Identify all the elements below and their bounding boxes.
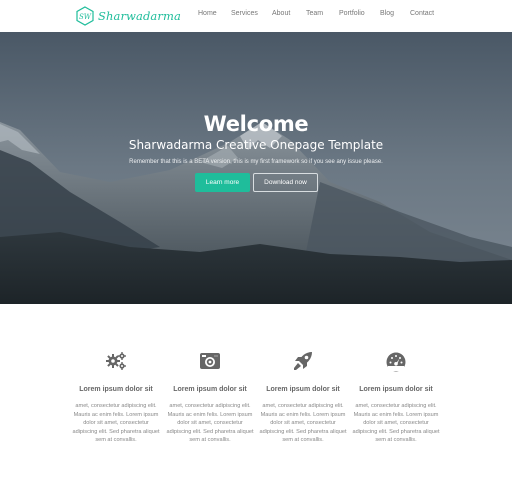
hero-subtitle: Sharwadarma Creative Onepage Template [128, 138, 384, 152]
hero-note: Remember that this is a BETA version, th… [129, 159, 383, 165]
nav-item-about[interactable]: About [272, 10, 290, 17]
mountain-background-image [0, 32, 512, 304]
navbar: SW Sharwadarma Home Services About Team … [0, 0, 512, 32]
feature-title: Lorem ipsum dolor sit [266, 386, 340, 393]
feature-text: amet, consectetur adipiscing elit. Mauri… [166, 403, 254, 444]
brand-logo[interactable]: SW Sharwadarma [75, 4, 181, 28]
nav-item-blog[interactable]: Blog [380, 10, 394, 17]
dashboard-icon [386, 352, 406, 372]
feature-card-2: Lorem ipsum dolor sit amet, consectetur … [164, 350, 256, 445]
hero-section: Welcome Sharwadarma Creative Onepage Tem… [0, 32, 512, 304]
rocket-icon [294, 352, 312, 370]
gears-icon [106, 352, 126, 370]
feature-text: amet, consectetur adipiscing elit. Mauri… [352, 403, 440, 444]
nav-item-contact[interactable]: Contact [410, 10, 434, 17]
download-now-button[interactable]: Download now [253, 173, 318, 192]
nav-item-portfolio[interactable]: Portfolio [339, 10, 365, 17]
feature-title: Lorem ipsum dolor sit [359, 386, 433, 393]
feature-text: amet, consectetur adipiscing elit. Mauri… [259, 403, 347, 444]
brand-name: Sharwadarma [98, 9, 181, 23]
feature-title: Lorem ipsum dolor sit [173, 386, 247, 393]
learn-more-button[interactable]: Learn more [195, 173, 250, 192]
hexagon-logo-icon: SW [76, 6, 94, 26]
feature-card-4: Lorem ipsum dolor sit amet, consectetur … [350, 350, 442, 445]
hero-title: Welcome [203, 112, 309, 136]
nav-item-home[interactable]: Home [198, 10, 217, 17]
brand-mark: SW [79, 13, 92, 21]
nav-item-services[interactable]: Services [231, 10, 258, 17]
feature-card-3: Lorem ipsum dolor sit amet, consectetur … [257, 350, 349, 445]
feature-text: amet, consectetur adipiscing elit. Mauri… [72, 403, 160, 444]
nav-item-team[interactable]: Team [306, 10, 323, 17]
feature-card-1: Lorem ipsum dolor sit amet, consectetur … [70, 350, 162, 445]
camera-icon [200, 353, 220, 369]
feature-title: Lorem ipsum dolor sit [79, 386, 153, 393]
